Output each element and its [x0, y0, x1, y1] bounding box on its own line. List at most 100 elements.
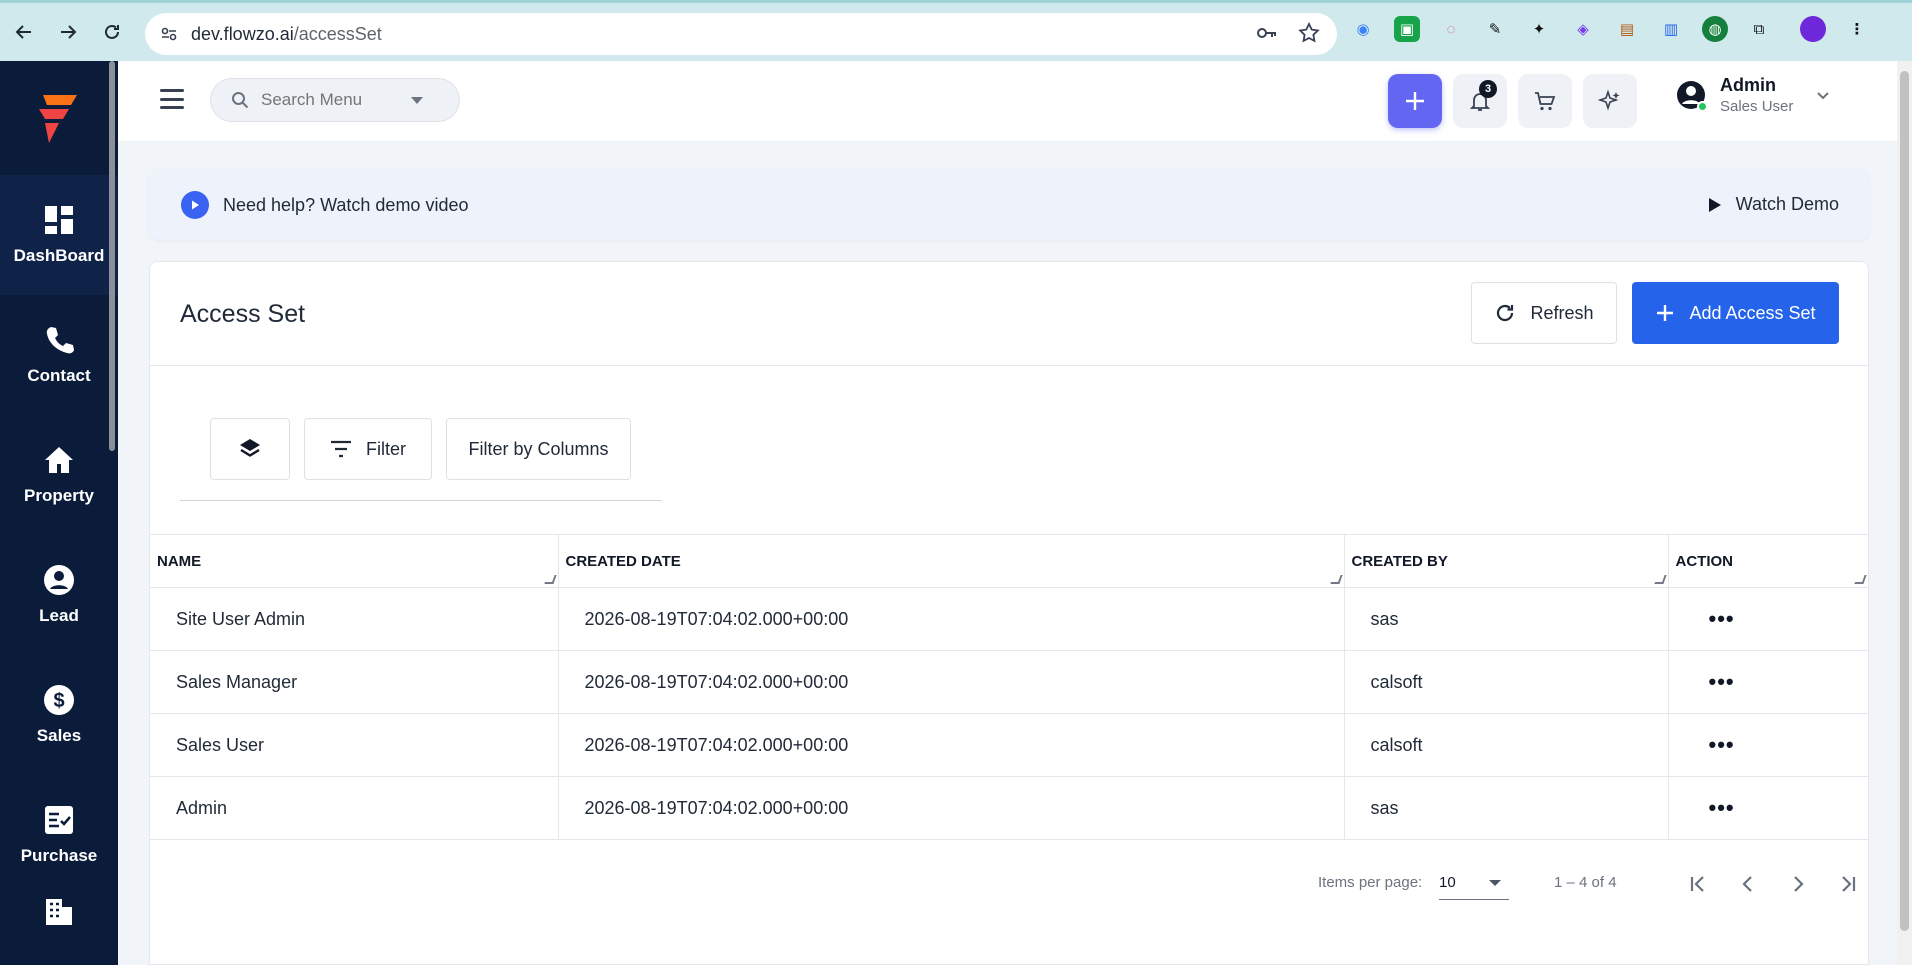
refresh-icon [1497, 304, 1514, 322]
chevron-down-icon[interactable] [411, 97, 423, 104]
sidebar-item-contact[interactable]: Contact [0, 295, 118, 415]
resize-handle-icon[interactable] [1329, 575, 1343, 584]
cart-icon [1535, 92, 1556, 111]
sidebar-item-label: Sales [36, 726, 82, 745]
sidebar-item-sales[interactable]: $ Sales [0, 655, 118, 775]
notifications-button[interactable]: 3 [1453, 74, 1507, 128]
column-header-action[interactable]: ACTION [1668, 534, 1868, 588]
table-row[interactable]: Sales Manager 2026-08-19T07:04:02.000+00… [150, 650, 1868, 714]
search-menu[interactable] [210, 78, 460, 122]
address-bar[interactable]: dev.flowzo.ai/accessSet [145, 13, 1337, 55]
site-settings-icon[interactable] [159, 24, 179, 44]
layers-button[interactable] [210, 418, 290, 480]
table-row[interactable]: Site User Admin 2026-08-19T07:04:02.000+… [150, 587, 1868, 651]
search-menu-input[interactable] [261, 90, 411, 110]
cell-action: ••• [1668, 713, 1868, 777]
column-header-created-by[interactable]: CREATED BY [1344, 534, 1669, 588]
page-range: 1 – 4 of 4 [1554, 874, 1617, 891]
sparkle-icon [1598, 89, 1620, 111]
browser-menu-icon[interactable]: ⋮ [1844, 16, 1870, 42]
table-toolbar: Filter Filter by Columns [210, 418, 631, 480]
cell-created-date: 2026-08-19T07:04:02.000+00:00 [558, 776, 1345, 840]
sidebar-item-label: Contact [27, 366, 91, 385]
resize-handle-icon[interactable] [1854, 575, 1867, 584]
column-header-name[interactable]: NAME [150, 534, 559, 588]
extensions-puzzle-icon[interactable]: ⧉ [1746, 16, 1772, 42]
cell-action: ••• [1668, 776, 1868, 840]
cell-created-by: calsoft [1344, 650, 1669, 714]
refresh-label: Refresh [1530, 302, 1594, 323]
user-menu[interactable]: Admin Sales User [1676, 75, 1831, 115]
resize-handle-icon[interactable] [1653, 575, 1667, 584]
cell-action: ••• [1668, 650, 1868, 714]
add-access-set-button[interactable]: Add Access Set [1632, 282, 1839, 344]
extension-6-icon[interactable]: ◈ [1570, 16, 1596, 42]
notification-badge: 3 [1479, 80, 1497, 98]
sidebar-item-lead[interactable]: Lead [0, 535, 118, 655]
cell-created-by: sas [1344, 776, 1669, 840]
table-row[interactable]: Admin 2026-08-19T07:04:02.000+00:00 sas … [150, 776, 1868, 840]
chevron-down-icon[interactable] [1815, 87, 1831, 103]
cell-name: Site User Admin [150, 587, 559, 651]
sidebar-item-label: DashBoard [13, 246, 105, 265]
page-scrollbar[interactable] [1897, 61, 1912, 965]
url-text[interactable]: dev.flowzo.ai/accessSet [191, 24, 382, 45]
chevron-down-icon [1489, 880, 1501, 886]
filter-button[interactable]: Filter [304, 418, 432, 480]
more-actions-icon[interactable]: ••• [1709, 732, 1735, 757]
extension-3-icon[interactable]: ◌ [1438, 16, 1464, 42]
extension-7-icon[interactable]: ▤ [1614, 16, 1640, 42]
more-actions-icon[interactable]: ••• [1709, 669, 1735, 694]
cell-created-by: calsoft [1344, 713, 1669, 777]
sidebar-item-purchase[interactable]: Purchase [0, 775, 118, 895]
cell-created-date: 2026-08-19T07:04:02.000+00:00 [558, 713, 1345, 777]
previous-page-button[interactable] [1730, 866, 1766, 902]
cart-button[interactable] [1518, 74, 1572, 128]
resize-handle-icon[interactable] [543, 575, 557, 584]
sidebar-item-more[interactable] [0, 895, 118, 955]
sidebar-item-dashboard[interactable]: DashBoard [0, 175, 118, 295]
extension-9-icon[interactable]: ◍ [1702, 16, 1728, 42]
home-icon [45, 447, 73, 473]
plus-icon [1657, 305, 1674, 321]
access-set-table: NAME CREATED DATE CREATED BY ACTION Site… [150, 534, 1868, 840]
password-key-icon[interactable] [1255, 21, 1279, 45]
sidebar-item-label: Lead [39, 606, 79, 625]
watch-demo-button[interactable]: Watch Demo [1708, 194, 1839, 215]
table-row[interactable]: Sales User 2026-08-19T07:04:02.000+00:00… [150, 713, 1868, 777]
page-scrollbar-thumb[interactable] [1900, 71, 1909, 931]
cell-created-by: sas [1344, 587, 1669, 651]
first-page-button[interactable] [1680, 866, 1716, 902]
quick-add-button[interactable] [1388, 74, 1442, 128]
extension-5-icon[interactable]: ✦ [1526, 16, 1552, 42]
access-set-card: Access Set Refresh Add Access Set Filter… [149, 261, 1869, 965]
sidebar-item-property[interactable]: Property [0, 415, 118, 535]
flowzo-logo[interactable] [0, 61, 118, 175]
extension-8-icon[interactable]: ▥ [1658, 16, 1684, 42]
bookmark-star-icon[interactable] [1297, 21, 1321, 45]
sidebar-item-label: Purchase [20, 846, 98, 865]
color-picker-icon[interactable]: ✎ [1482, 16, 1508, 42]
extension-2-icon[interactable]: ▣ [1394, 16, 1420, 42]
menu-toggle-icon[interactable] [160, 89, 184, 109]
column-header-created-date[interactable]: CREATED DATE [558, 534, 1345, 588]
last-page-button[interactable] [1830, 866, 1866, 902]
more-actions-icon[interactable]: ••• [1709, 606, 1735, 631]
toolbar-divider [180, 500, 662, 501]
sidebar-scrollbar[interactable] [109, 61, 115, 451]
next-page-button[interactable] [1780, 866, 1816, 902]
ai-sparkle-button[interactable] [1583, 74, 1637, 128]
user-avatar-icon [1676, 80, 1708, 112]
help-text: Need help? Watch demo video [223, 194, 469, 215]
forward-icon[interactable] [46, 10, 90, 54]
reload-icon[interactable] [90, 10, 134, 54]
user-role: Sales User [1720, 98, 1794, 115]
items-per-page-select[interactable]: 10 [1439, 866, 1509, 900]
profile-avatar[interactable] [1800, 16, 1826, 42]
more-actions-icon[interactable]: ••• [1709, 795, 1735, 820]
extension-1-icon[interactable]: ◉ [1350, 16, 1376, 42]
play-circle-icon[interactable] [181, 191, 209, 219]
filter-by-columns-button[interactable]: Filter by Columns [446, 418, 631, 480]
back-icon[interactable] [2, 10, 46, 54]
refresh-button[interactable]: Refresh [1471, 282, 1617, 344]
